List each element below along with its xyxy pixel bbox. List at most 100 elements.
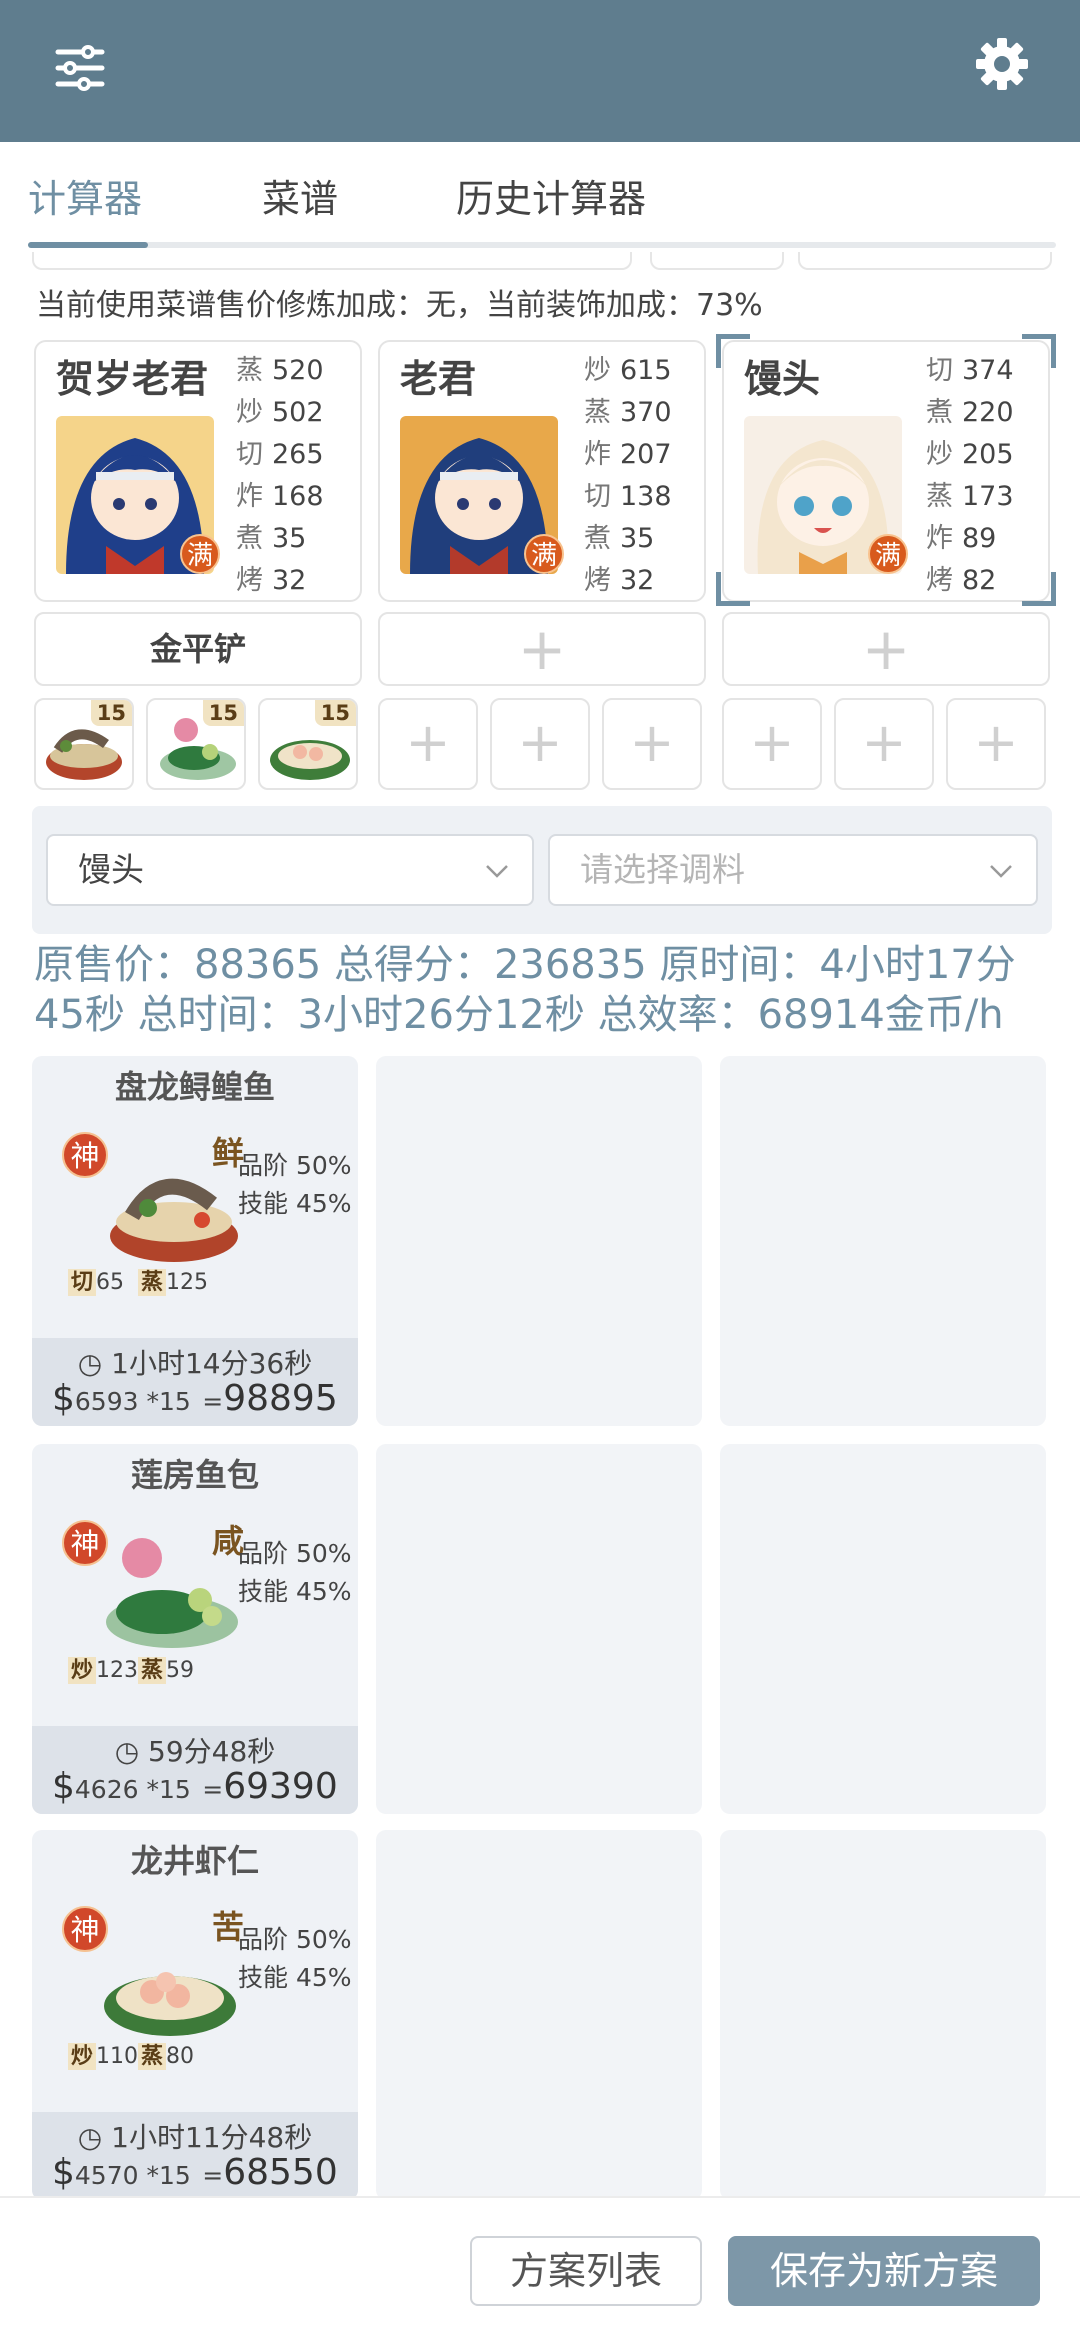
active-tab-indicator [28, 242, 148, 248]
taste-label: 苦 [211, 1908, 244, 1946]
skill-row: 蒸 520 [236, 355, 324, 386]
empty-dish-slot[interactable] [376, 1056, 702, 1426]
empty-dish-slot[interactable] [720, 1830, 1046, 2200]
skill-row: 炸 207 [584, 439, 672, 470]
skill-row: 炸 168 [236, 481, 324, 512]
skill-row: 烤 32 [584, 565, 655, 596]
chef-name: 馒头 [744, 357, 821, 401]
chef-name: 贺岁老君 [56, 357, 209, 401]
max-level-badge: 满 [524, 534, 564, 574]
skill-row: 炒 502 [236, 397, 324, 428]
tab-recipes[interactable]: 菜谱 [262, 168, 338, 223]
scrolled-row-edge [798, 252, 1052, 270]
skill-bonus: 技能 45% [238, 1577, 352, 1606]
skill-row: 烤 82 [926, 565, 997, 596]
chef-name: 老君 [400, 357, 477, 401]
empty-dish-slot[interactable] [376, 1830, 702, 2200]
skill-row: 煮 35 [236, 523, 307, 554]
clock-icon: ◷ [77, 1347, 103, 1380]
dish-card-1[interactable]: 盘龙鲟鳇鱼 神 鲜 品阶 50% 技能 45% 切 65 蒸 125 ◷ 1小时14… [32, 1056, 358, 1426]
skill-requirements: 炒 123 蒸 59 [68, 1652, 194, 1684]
tab-calculator[interactable]: 计算器 [28, 168, 142, 223]
max-level-badge: 满 [180, 534, 220, 574]
gear-icon[interactable] [972, 34, 1032, 94]
add-slot-button[interactable]: + [602, 698, 702, 790]
chef-card-3-selected[interactable]: 馒头 满 切 374 煮 220 炒 205 蒸 173 炸 89 烤 82 [722, 340, 1050, 602]
selection-corner [716, 572, 750, 606]
add-slot-button[interactable]: + [378, 698, 478, 790]
skill-row: 炒 205 [926, 439, 1014, 470]
skill-bonus: 技能 45% [238, 1963, 352, 1992]
tab-history-calculator[interactable]: 历史计算器 [456, 168, 646, 223]
dish-footer: ◷ 59分48秒 $4626 *15 =69390 [32, 1726, 358, 1814]
skill-requirements: 炒 110 蒸 80 [68, 2038, 194, 2070]
app-header [0, 0, 1080, 142]
skill-row: 烤 32 [236, 565, 307, 596]
condiment-select[interactable]: 请选择调料 [548, 834, 1038, 906]
tab-bar: 计算器 菜谱 历史计算器 [0, 142, 1080, 252]
chef-skill-list: 切 374 煮 220 炒 205 蒸 173 炸 89 烤 82 [926, 348, 1014, 600]
dish-footer: ◷ 1小时11分48秒 $4570 *15 =68550 [32, 2112, 358, 2200]
add-slot-button[interactable]: + [946, 698, 1046, 790]
quality-bonus: 品阶 50% [238, 1539, 352, 1568]
clock-icon: ◷ [114, 1735, 140, 1768]
skill-row: 蒸 173 [926, 481, 1014, 512]
chef-select[interactable]: 馒头 [46, 834, 534, 906]
skill-row: 切 265 [236, 439, 324, 470]
scrolled-row-edge [650, 252, 784, 270]
recipe-slot-1[interactable]: 15 [34, 698, 134, 790]
rank-badge: 神 [62, 1906, 108, 1952]
recipe-slot-3[interactable]: 15 [258, 698, 358, 790]
equipment-add-button[interactable]: + [378, 612, 706, 686]
plan-list-button[interactable]: 方案列表 [470, 2236, 702, 2306]
slot-count-badge: 15 [314, 700, 356, 726]
bottom-action-bar: 方案列表 保存为新方案 [0, 2196, 1080, 2338]
chef-skill-list: 蒸 520 炒 502 切 265 炸 168 煮 35 烤 32 [236, 348, 324, 600]
dish-card-2[interactable]: 莲房鱼包 神 咸 品阶 50% 技能 45% 炒 123 蒸 59 ◷ 59分48秒 … [32, 1444, 358, 1814]
skill-row: 蒸 370 [584, 397, 672, 428]
calculation-summary: 原售价：88365 总得分：236835 原时间：4小时17分45秒 总时间：3… [34, 942, 1016, 1038]
add-slot-button[interactable]: + [490, 698, 590, 790]
empty-dish-slot[interactable] [720, 1444, 1046, 1814]
skill-row: 炒 615 [584, 355, 672, 386]
clock-icon: ◷ [77, 2121, 103, 2154]
price-line: $4570 *15 =68550 [52, 2152, 338, 2193]
chef-skill-list: 炒 615 蒸 370 炸 207 切 138 煮 35 烤 32 [584, 348, 672, 600]
recipe-slot-2[interactable]: 15 [146, 698, 246, 790]
bonus-info-text: 当前使用菜谱售价修炼加成：无，当前装饰加成：73% [36, 288, 763, 323]
chevron-down-icon [990, 865, 1012, 878]
selection-corner [1022, 572, 1056, 606]
empty-dish-slot[interactable] [720, 1056, 1046, 1426]
chef-card-2[interactable]: 老君 满 炒 615 蒸 370 炸 207 切 138 煮 35 烤 32 [378, 340, 706, 602]
cook-time: ◷ 1小时14分36秒 [77, 1347, 313, 1380]
slot-count-badge: 15 [202, 700, 244, 726]
skill-requirements: 切 65 蒸 125 [68, 1264, 208, 1296]
dish-card-3[interactable]: 龙井虾仁 神 苦 品阶 50% 技能 45% 炒 110 蒸 80 ◷ 1小时11分4… [32, 1830, 358, 2200]
add-slot-button[interactable]: + [722, 698, 822, 790]
rank-badge: 神 [62, 1520, 108, 1566]
equipment-slot-1[interactable]: 金平铲 [34, 612, 362, 686]
chevron-down-icon [486, 865, 508, 878]
quality-bonus: 品阶 50% [238, 1151, 352, 1180]
equipment-add-button[interactable]: + [722, 612, 1050, 686]
selection-corner [1022, 334, 1056, 368]
tab-divider [28, 242, 1056, 248]
skill-row: 切 138 [584, 481, 672, 512]
dish-footer: ◷ 1小时14分36秒 $6593 *15 =98895 [32, 1338, 358, 1426]
skill-row: 煮 35 [584, 523, 655, 554]
slot-count-badge: 15 [90, 700, 132, 726]
filter-menu-icon[interactable] [50, 38, 110, 98]
empty-dish-slot[interactable] [376, 1444, 702, 1814]
price-line: $6593 *15 =98895 [52, 1378, 338, 1419]
selector-panel: 馒头 请选择调料 [32, 806, 1052, 934]
taste-label: 鲜 [211, 1134, 244, 1172]
skill-row: 炸 89 [926, 523, 997, 554]
price-line: $4626 *15 =69390 [52, 1766, 338, 1807]
cook-time: ◷ 59分48秒 [114, 1735, 276, 1768]
add-slot-button[interactable]: + [834, 698, 934, 790]
quality-bonus: 品阶 50% [238, 1925, 352, 1954]
save-new-plan-button[interactable]: 保存为新方案 [728, 2236, 1040, 2306]
dish-name: 龙井虾仁 [130, 1842, 259, 1880]
cook-time: ◷ 1小时11分48秒 [77, 2121, 313, 2154]
chef-card-1[interactable]: 贺岁老君 满 蒸 520 炒 502 切 265 炸 168 煮 35 烤 32 [34, 340, 362, 602]
